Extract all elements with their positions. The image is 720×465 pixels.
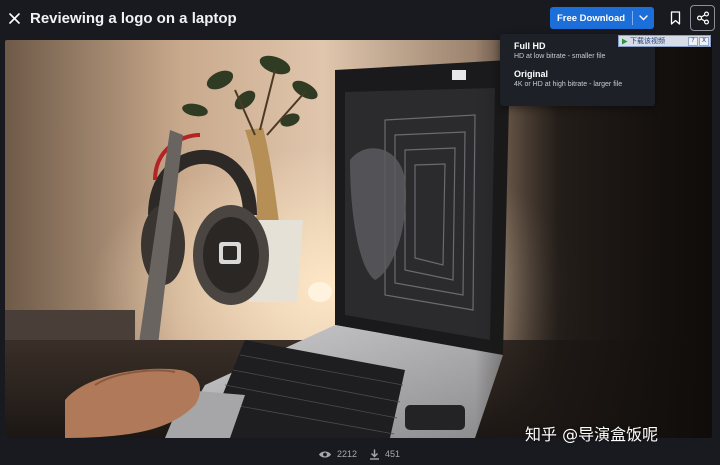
top-bar: Reviewing a logo on a laptop Free Downlo… xyxy=(0,0,720,38)
close-button[interactable] xyxy=(4,7,24,29)
page-title: Reviewing a logo on a laptop xyxy=(30,10,237,27)
chevron-down-icon xyxy=(639,15,648,21)
video-download-helper[interactable]: 下载该视频 ? X xyxy=(618,35,711,47)
close-icon xyxy=(8,12,20,24)
download-label: Free Download xyxy=(556,12,626,24)
downloads-stat: 451 xyxy=(369,449,400,460)
option-title: Original xyxy=(514,69,549,79)
downloads-count: 451 xyxy=(385,449,401,459)
bookmark-button[interactable] xyxy=(664,7,686,29)
views-count: 2212 xyxy=(337,449,358,459)
helper-label: 下载该视频 xyxy=(630,37,665,45)
watermark: 知乎 @导演盒饭呢 xyxy=(525,425,659,444)
eye-icon xyxy=(319,451,331,457)
media-stats: 2212 451 xyxy=(318,446,412,462)
bookmark-icon xyxy=(670,11,680,25)
option-original[interactable]: Original 4K or HD at high bitrate - larg… xyxy=(514,68,641,90)
download-icon xyxy=(370,449,380,460)
helper-close-button[interactable]: X xyxy=(699,36,709,46)
helper-help-button[interactable]: ? xyxy=(688,36,698,46)
option-description: 4K or HD at high bitrate - larger file xyxy=(514,81,623,88)
play-icon xyxy=(619,36,629,46)
share-button[interactable] xyxy=(690,5,715,31)
option-description: HD at low bitrate - smaller file xyxy=(514,53,606,60)
download-options-toggle[interactable] xyxy=(633,7,654,29)
free-download-button[interactable]: Free Download xyxy=(550,7,654,29)
views-stat: 2212 xyxy=(318,449,357,459)
share-icon xyxy=(696,11,709,25)
